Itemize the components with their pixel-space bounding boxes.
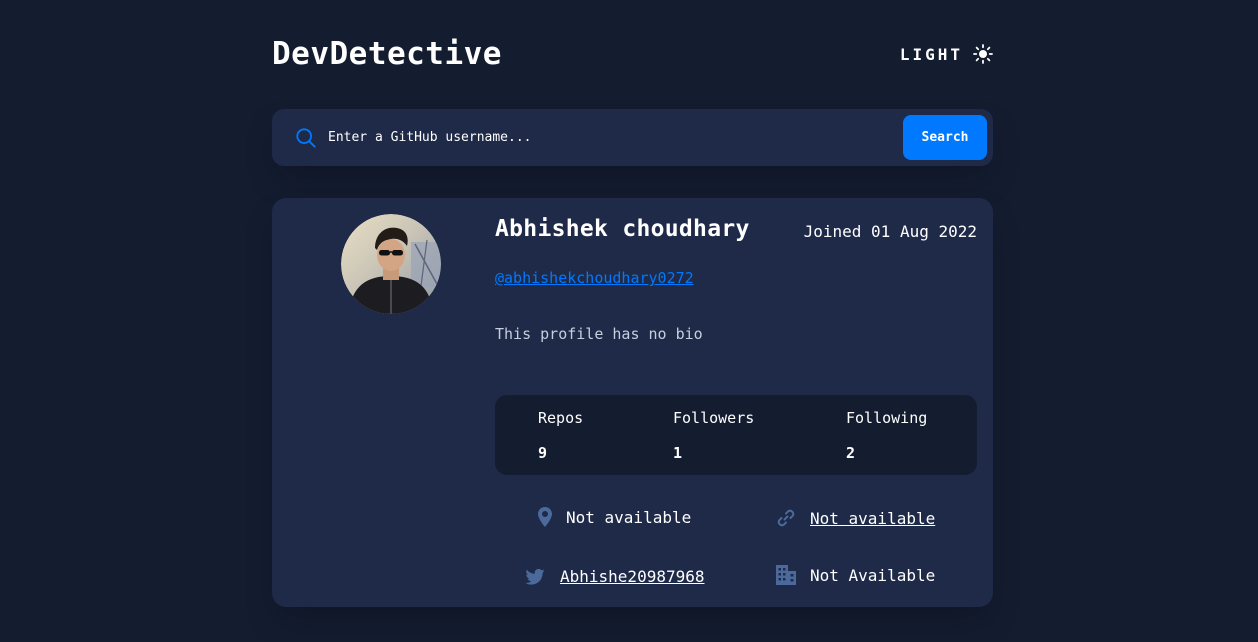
profile-name: Abhishek choudhary [495, 216, 750, 242]
followers-count: 1 [673, 444, 683, 462]
company-item: Not Available [776, 565, 935, 585]
stats-panel: Repos 9 Followers 1 Following 2 [495, 395, 977, 475]
header: DevDetective LIGHT [272, 32, 993, 76]
theme-toggle-label: LIGHT [899, 44, 963, 64]
location-item: Not available [538, 507, 691, 527]
search-input[interactable] [328, 122, 903, 153]
location-text: Not available [566, 507, 692, 527]
sun-icon [973, 44, 993, 64]
search-icon [296, 127, 316, 148]
website-link[interactable]: Not available [810, 509, 935, 528]
followers-label: Followers [673, 409, 755, 427]
search-bar: Search [272, 109, 993, 166]
link-icon [777, 509, 795, 527]
twitter-link[interactable]: Abhishe20987968 [560, 567, 705, 586]
following-label: Following [846, 409, 928, 427]
search-button[interactable]: Search [903, 115, 987, 160]
repos-count: 9 [538, 444, 548, 462]
twitter-item[interactable]: Abhishe20987968 [525, 567, 705, 586]
avatar [341, 214, 441, 314]
joined-date: Joined 01 Aug 2022 [803, 222, 977, 241]
theme-toggle[interactable]: LIGHT [900, 44, 993, 64]
app-root: DevDetective LIGHT Enter a GitHub userna… [0, 0, 1258, 642]
app-logo: DevDetective [272, 36, 502, 72]
map-pin-icon [538, 507, 552, 527]
company-text: Not Available [810, 565, 936, 585]
website-item[interactable]: Not available [776, 508, 935, 528]
profile-bio: This profile has no bio [495, 325, 703, 343]
building-icon [776, 565, 796, 585]
twitter-icon [525, 568, 545, 585]
following-count: 2 [846, 444, 856, 462]
repos-label: Repos [538, 409, 584, 427]
profile-card: Abhishek choudhary Joined 01 Aug 2022 @a… [272, 198, 993, 607]
profile-login-link[interactable]: @abhishekchoudhary0272 [495, 269, 694, 287]
